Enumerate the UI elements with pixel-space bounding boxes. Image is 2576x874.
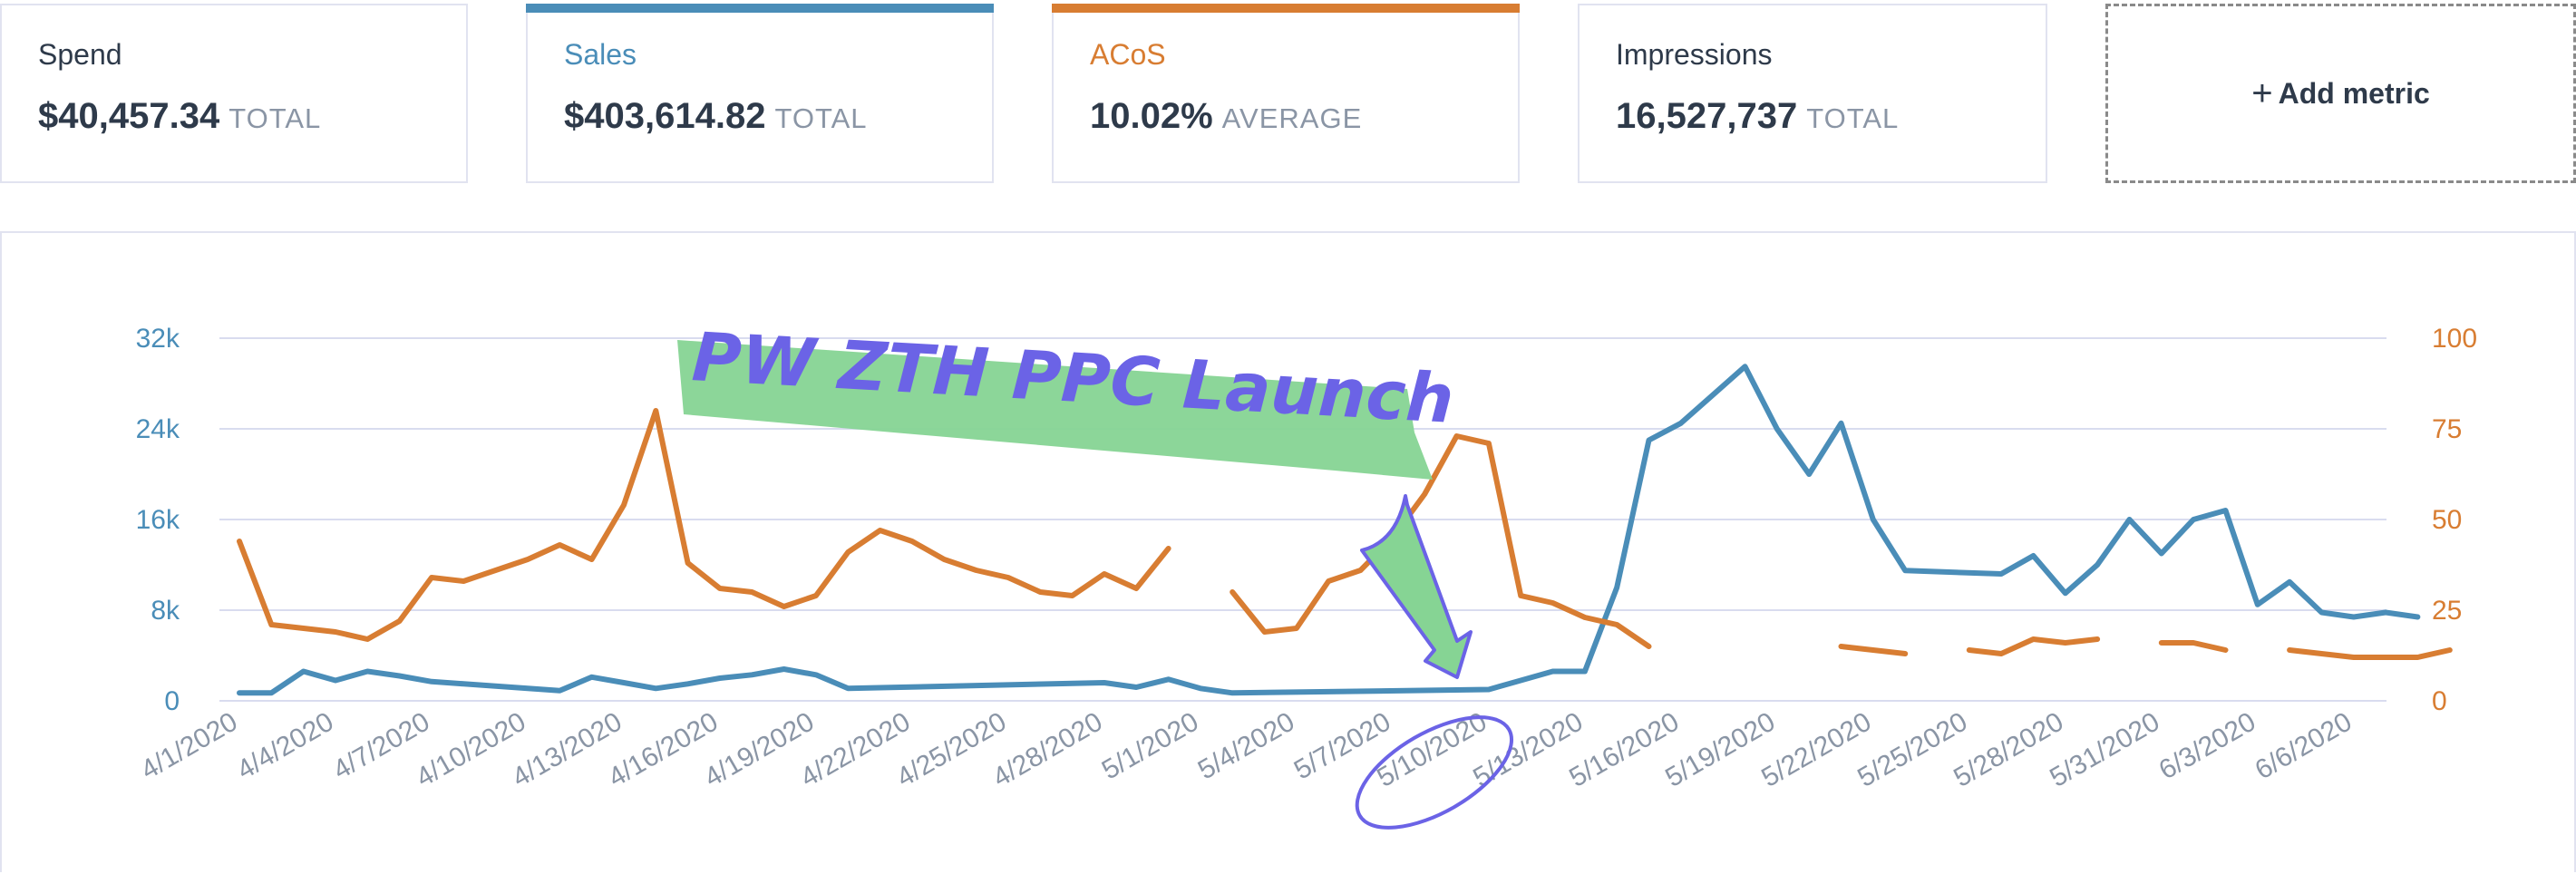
acos-metric-card[interactable]: ACoS 10.02% AVERAGE [1052, 4, 1520, 183]
y-left-tick-label: 32k [136, 324, 180, 354]
spend-value: $40,457.34 [38, 96, 220, 136]
chart-panel: 0 0 8k 25 16k 50 24k 75 32k 100 4/1/2020 4/4/2020 4/… [0, 231, 2576, 872]
x-tick-label: 5/31/2020 [2045, 706, 2164, 792]
impressions-metric-card[interactable]: Impressions 16,527,737 TOTAL [1578, 4, 2047, 183]
acos-suffix: AVERAGE [1221, 102, 1363, 134]
plus-icon: + [2251, 73, 2273, 113]
y-left-tick-label: 8k [151, 596, 180, 626]
x-tick-label: 4/10/2020 [411, 706, 530, 792]
y-left-tick-label: 24k [136, 414, 180, 444]
x-tick-label: 4/4/2020 [232, 706, 339, 785]
x-tick-label: 4/22/2020 [795, 706, 915, 792]
x-tick-label: 5/28/2020 [1949, 706, 2068, 792]
y-right-tick-label: 75 [2432, 414, 2462, 444]
x-tick-label: 5/22/2020 [1756, 706, 1876, 792]
x-tick-label: 4/25/2020 [891, 706, 1011, 792]
y-right-tick-label: 100 [2432, 324, 2477, 354]
x-tick-label: 4/16/2020 [603, 706, 723, 792]
spend-suffix: TOTAL [228, 102, 322, 134]
acos-label: ACoS [1090, 38, 1166, 71]
spend-value-line: $40,457.34 TOTAL [38, 96, 321, 137]
x-tick-label: 5/25/2020 [1852, 706, 1972, 792]
x-tick-label: 6/3/2020 [2154, 706, 2261, 785]
line-chart: 0 0 8k 25 16k 50 24k 75 32k 100 4/1/20204/4/2020 4/… [136, 318, 2477, 830]
x-tick-label: 5/1/2020 [1097, 706, 1204, 785]
impressions-value-line: 16,527,737 TOTAL [1616, 96, 1899, 137]
sales-metric-card[interactable]: Sales $403,614.82 TOTAL [526, 4, 994, 183]
sales-value-line: $403,614.82 TOTAL [564, 96, 868, 137]
y-right-tick-label: 50 [2432, 505, 2462, 535]
x-tick-label: 5/16/2020 [1564, 706, 1684, 792]
x-tick-label: 6/6/2020 [2250, 706, 2357, 785]
x-tick-label: 5/19/2020 [1660, 706, 1780, 792]
sales-label: Sales [564, 38, 637, 71]
x-tick-label: 4/13/2020 [507, 706, 627, 792]
sales-value: $403,614.82 [564, 96, 766, 136]
spend-metric-card[interactable]: Spend $40,457.34 TOTAL [0, 4, 468, 183]
x-tick-label: 5/13/2020 [1468, 706, 1588, 792]
x-tick-label: 4/19/2020 [699, 706, 819, 792]
spend-label: Spend [38, 38, 122, 71]
x-tick-label: 5/4/2020 [1193, 706, 1300, 785]
y-right-tick-label: 0 [2432, 686, 2447, 716]
y-right-tick-label: 25 [2432, 596, 2462, 626]
sales-accent-bar [526, 4, 994, 13]
impressions-value: 16,527,737 [1616, 96, 1798, 136]
sales-suffix: TOTAL [774, 102, 868, 134]
impressions-label: Impressions [1616, 38, 1773, 71]
x-tick-label: 5/10/2020 [1372, 706, 1492, 792]
y-left-tick-label: 16k [136, 505, 180, 535]
impressions-suffix: TOTAL [1806, 102, 1900, 134]
acos-value-line: 10.02% AVERAGE [1090, 96, 1362, 137]
add-metric-label: Add metric [2278, 76, 2430, 110]
acos-value: 10.02% [1090, 96, 1213, 136]
x-tick-label: 4/28/2020 [987, 706, 1107, 792]
x-tick-label: 4/1/2020 [136, 706, 243, 785]
annotation-arrow [1360, 494, 1473, 679]
y-left-tick-label: 0 [164, 686, 180, 716]
add-metric-button[interactable]: + Add metric [2105, 4, 2576, 183]
acos-accent-bar [1052, 4, 1520, 13]
